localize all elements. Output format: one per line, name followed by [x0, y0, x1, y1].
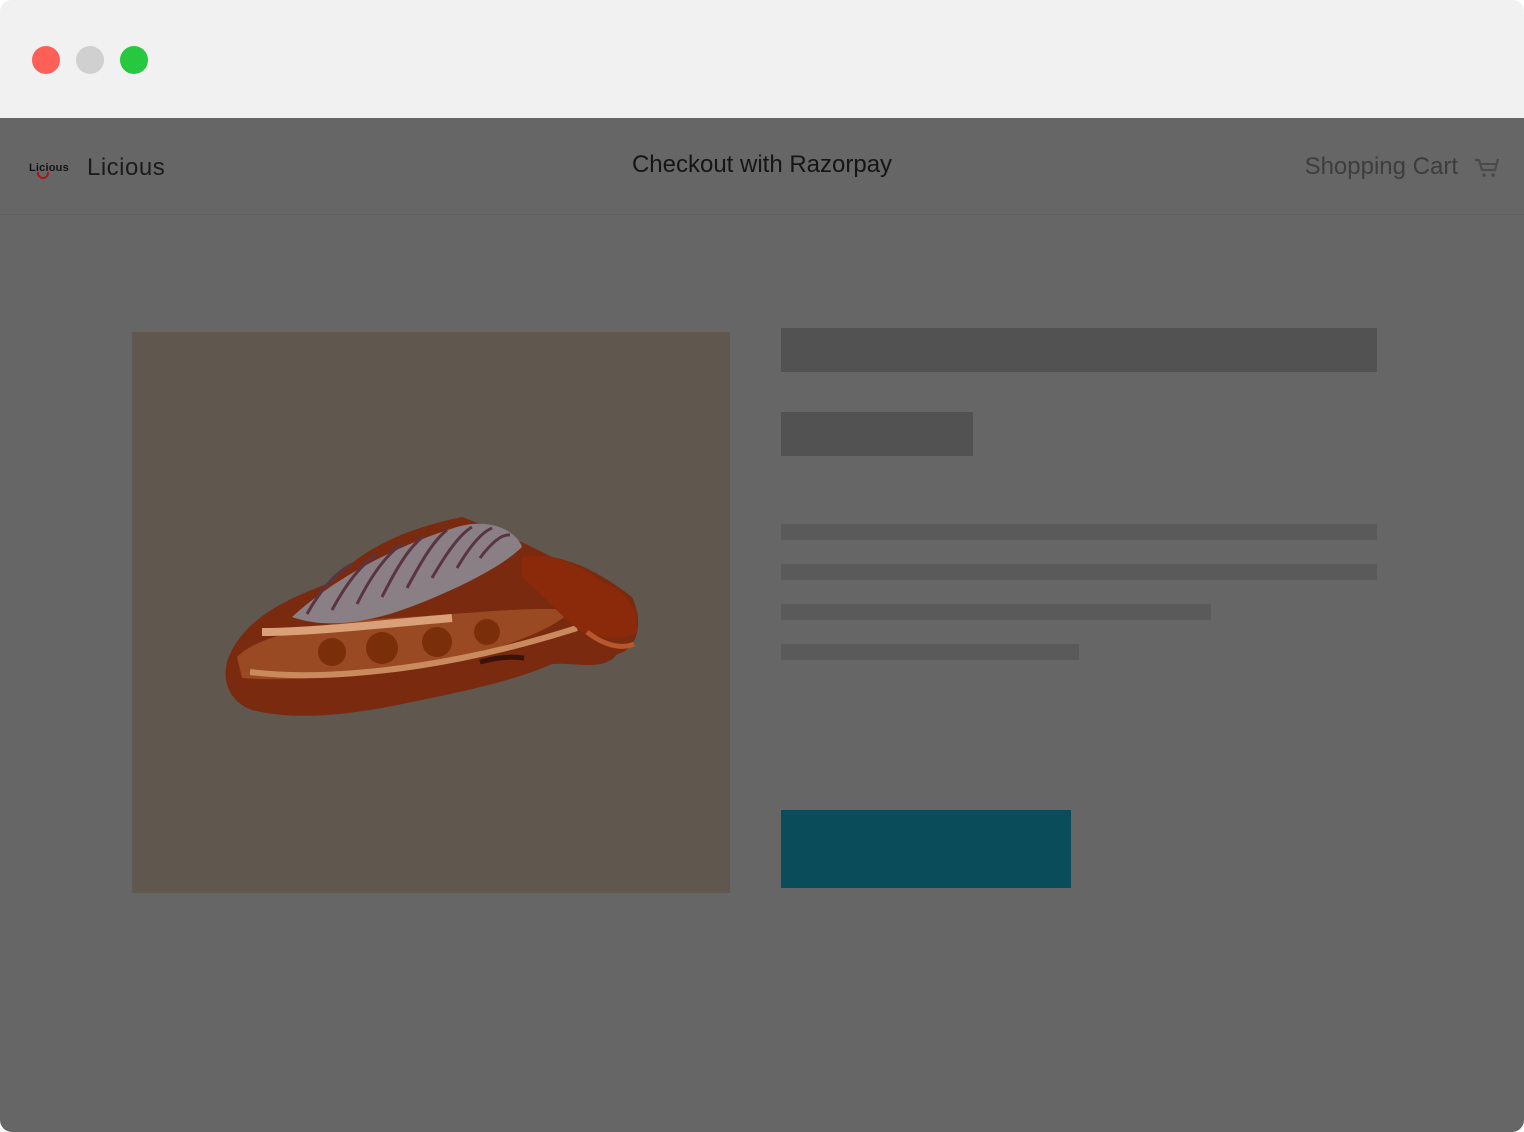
close-window-button[interactable]: [32, 46, 60, 74]
maximize-window-button[interactable]: [120, 46, 148, 74]
window-titlebar: [0, 0, 1524, 118]
minimize-window-button[interactable]: [76, 46, 104, 74]
browser-window: Licious Licious Checkout with Razorpay S…: [0, 0, 1524, 1132]
page-title: Checkout with Razorpay: [631, 151, 893, 178]
top-navbar: Licious Licious Checkout with Razorpay S…: [0, 118, 1524, 215]
description-line-placeholder: [781, 604, 1211, 620]
product-image: [132, 332, 730, 893]
checkout-page: Licious Licious Checkout with Razorpay S…: [0, 118, 1524, 1132]
product-price-placeholder: [781, 412, 973, 456]
shopping-cart-icon[interactable]: [1474, 156, 1500, 183]
description-line-placeholder: [781, 564, 1377, 580]
meat-ribs-image: [225, 517, 639, 716]
description-line-placeholder: [781, 524, 1377, 540]
buy-now-button[interactable]: [781, 810, 1071, 888]
product-title-placeholder: [781, 328, 1377, 372]
description-line-placeholder: [781, 644, 1079, 660]
shopping-cart-link[interactable]: Shopping Cart: [1305, 153, 1458, 181]
